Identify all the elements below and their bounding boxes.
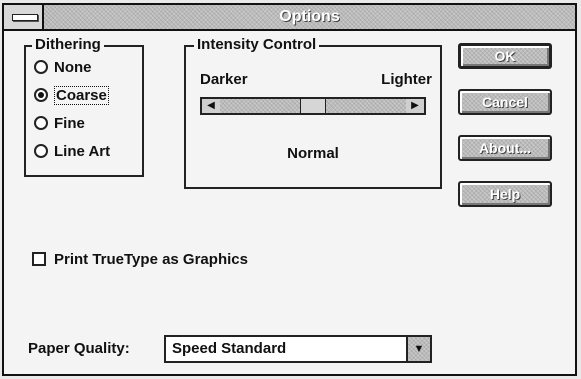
- arrow-right-icon[interactable]: ▶: [406, 99, 424, 113]
- radio-line-art[interactable]: Line Art: [34, 141, 110, 163]
- cancel-button[interactable]: Cancel: [458, 89, 552, 115]
- arrow-down-icon[interactable]: ▼: [406, 337, 430, 361]
- paper-quality-value: Speed Standard: [172, 340, 287, 357]
- radio-none[interactable]: None: [34, 57, 92, 79]
- about-button-label: About...: [478, 140, 532, 156]
- print-truetype-checkbox[interactable]: Print TrueType as Graphics: [32, 251, 248, 269]
- dithering-group-label: Dithering: [32, 36, 104, 54]
- arrow-left-icon[interactable]: ◀: [202, 99, 220, 113]
- radio-none-label: None: [54, 59, 92, 76]
- radio-line-art-indicator[interactable]: [34, 144, 48, 158]
- darker-label: Darker: [200, 71, 248, 88]
- system-menu-button[interactable]: [4, 5, 44, 29]
- print-truetype-label: Print TrueType as Graphics: [54, 251, 248, 268]
- dithering-group: Dithering None Coarse Fine Line Art: [24, 36, 144, 177]
- lighter-label: Lighter: [381, 71, 432, 88]
- radio-coarse-indicator[interactable]: [34, 88, 48, 102]
- help-button[interactable]: Help: [458, 181, 552, 207]
- intensity-control-group: Intensity Control Darker Lighter ◀ ▶ Nor…: [184, 36, 442, 189]
- radio-fine-label: Fine: [54, 115, 85, 132]
- ok-button[interactable]: OK: [458, 43, 552, 69]
- radio-coarse[interactable]: Coarse: [34, 85, 109, 107]
- window-title: Options: [279, 8, 340, 25]
- options-dialog: Options Dithering None Coarse Fine Line …: [2, 3, 577, 376]
- intensity-scroll-thumb[interactable]: [300, 99, 326, 113]
- paper-quality-label: Paper Quality:: [28, 340, 130, 357]
- radio-line-art-label: Line Art: [54, 143, 111, 160]
- radio-fine-indicator[interactable]: [34, 116, 48, 130]
- intensity-value-label: Normal: [287, 145, 339, 162]
- intensity-control-group-label: Intensity Control: [194, 36, 320, 54]
- paper-quality-select[interactable]: Speed Standard ▼: [164, 335, 432, 363]
- radio-fine[interactable]: Fine: [34, 113, 85, 135]
- checkbox-box[interactable]: [32, 252, 46, 266]
- radio-none-indicator[interactable]: [34, 60, 48, 74]
- radio-coarse-label: Coarse: [54, 86, 109, 105]
- system-menu-icon: [12, 14, 38, 21]
- title-bar[interactable]: Options: [4, 5, 575, 31]
- about-button[interactable]: About...: [458, 135, 552, 161]
- intensity-scrollbar[interactable]: ◀ ▶: [200, 97, 426, 115]
